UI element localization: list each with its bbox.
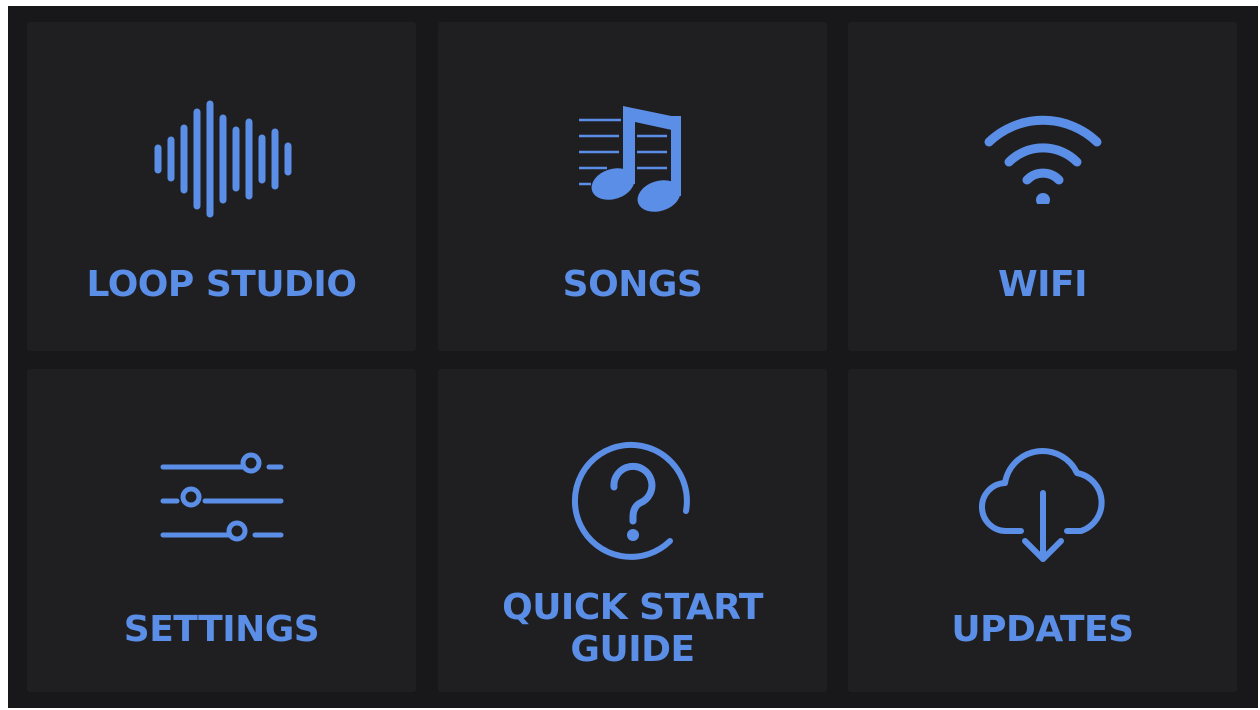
updates-label: UPDATES <box>951 609 1134 650</box>
loop-studio-tile[interactable]: LOOP STUDIO <box>27 22 416 351</box>
sliders-icon <box>159 449 285 549</box>
wifi-label: WIFI <box>997 264 1088 305</box>
quick-start-guide-label-line-1: QUICK START <box>502 587 763 628</box>
help-circle-icon <box>570 437 696 563</box>
updates-tile[interactable]: UPDATES <box>848 369 1237 692</box>
music-notes-icon <box>577 102 689 214</box>
quick-start-guide-label: QUICK START GUIDE <box>438 587 827 671</box>
wifi-tile[interactable]: WIFI <box>848 22 1237 351</box>
settings-label: SETTINGS <box>123 609 320 650</box>
songs-tile[interactable]: SONGS <box>438 22 827 351</box>
quick-start-guide-tile[interactable]: QUICK START GUIDE <box>438 369 827 692</box>
quick-start-guide-label-line-2: GUIDE <box>570 629 695 670</box>
waveform-icon <box>152 100 292 218</box>
settings-tile[interactable]: SETTINGS <box>27 369 416 692</box>
songs-label: SONGS <box>562 264 703 305</box>
wifi-icon <box>981 104 1105 204</box>
main-menu-screen: LOOP STUDIO SONGS WIFI SETTINGS QUICK ST… <box>8 6 1258 708</box>
cloud-download-icon <box>977 437 1109 567</box>
loop-studio-label: LOOP STUDIO <box>86 264 357 305</box>
